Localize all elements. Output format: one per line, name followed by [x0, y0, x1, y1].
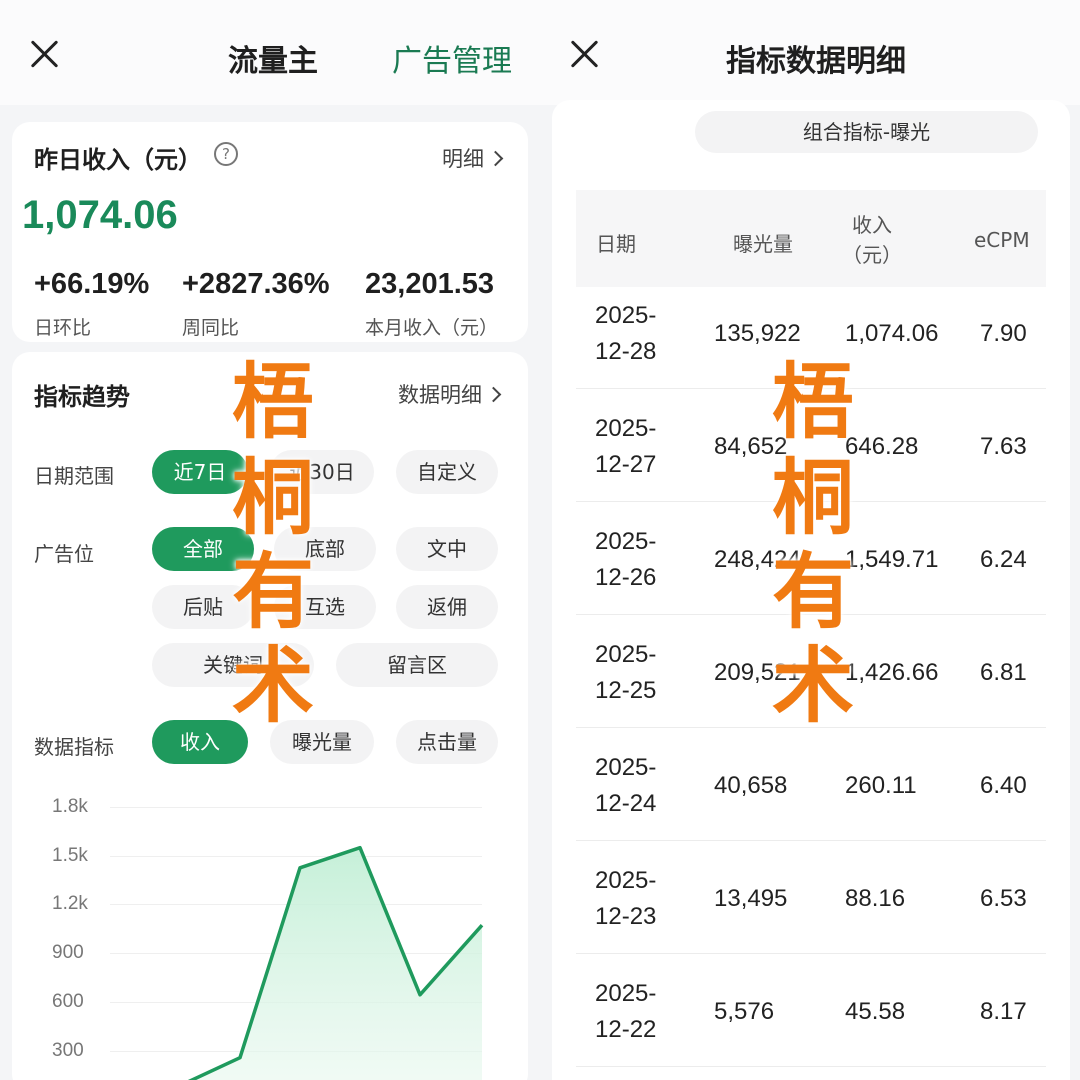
top-bar: 指标数据明细	[540, 0, 1080, 105]
left-panel: 流量主 广告管理 昨日收入（元） ? 明细 1,074.06 +66.19% 日…	[0, 0, 540, 1080]
row-income: 260.11	[845, 772, 917, 799]
row-exposure: 135,922	[714, 320, 801, 347]
row-ecpm: 6.81	[980, 659, 1027, 686]
row-ecpm: 7.63	[980, 433, 1027, 460]
row-date-day: 12-23	[595, 903, 657, 930]
watermark-char: 梧	[772, 355, 855, 450]
col-header-date[interactable]: 日期	[596, 228, 636, 257]
row-exposure: 13,495	[714, 885, 788, 912]
row-ecpm: 6.40	[980, 772, 1027, 799]
watermark-char: 术	[772, 639, 855, 734]
row-exposure: 40,658	[714, 772, 788, 799]
row-divider	[576, 1066, 1046, 1067]
col-header-income[interactable]: 收入 （元）	[842, 210, 902, 270]
col-header-ecpm[interactable]: eCPM	[974, 228, 1030, 252]
watermark-char: 桐	[232, 451, 315, 546]
row-date-day: 12-22	[595, 1016, 657, 1043]
row-income: 45.58	[845, 998, 906, 1025]
row-date-day: 12-25	[595, 677, 657, 704]
row-date-day: 12-27	[595, 451, 657, 478]
row-date-year: 2025-	[595, 754, 657, 781]
watermark-char: 桐	[772, 451, 855, 546]
row-ecpm: 8.17	[980, 998, 1027, 1025]
row-ecpm: 6.53	[980, 885, 1027, 912]
row-ecpm: 6.24	[980, 546, 1027, 573]
row-exposure: 5,576	[714, 998, 775, 1025]
row-divider	[576, 953, 1046, 954]
page-title: 指标数据明细	[726, 44, 906, 79]
row-income: 1,549.71	[845, 546, 939, 573]
row-date-year: 2025-	[595, 980, 657, 1007]
row-income: 1,426.66	[845, 659, 939, 686]
watermark-char: 有	[772, 545, 855, 640]
row-date-year: 2025-	[595, 415, 657, 442]
col-header-exposure[interactable]: 曝光量	[733, 228, 793, 257]
watermark-char: 术	[232, 639, 315, 734]
row-divider	[576, 840, 1046, 841]
row-date-year: 2025-	[595, 867, 657, 894]
row-income: 1,074.06	[845, 320, 939, 347]
row-date-year: 2025-	[595, 528, 657, 555]
combo-metric-select[interactable]: 组合指标-曝光	[695, 111, 1038, 153]
row-date-year: 2025-	[595, 302, 657, 329]
watermark-char: 有	[232, 545, 315, 640]
watermark-char: 梧	[232, 355, 315, 450]
chart-area-fill	[120, 847, 482, 1080]
row-income: 88.16	[845, 885, 906, 912]
row-income: 646.28	[845, 433, 919, 460]
row-ecpm: 7.90	[980, 320, 1027, 347]
row-date-year: 2025-	[595, 641, 657, 668]
row-date-day: 12-24	[595, 790, 657, 817]
close-icon[interactable]	[568, 38, 600, 70]
row-date-day: 12-26	[595, 564, 657, 591]
row-date-day: 12-28	[595, 338, 657, 365]
